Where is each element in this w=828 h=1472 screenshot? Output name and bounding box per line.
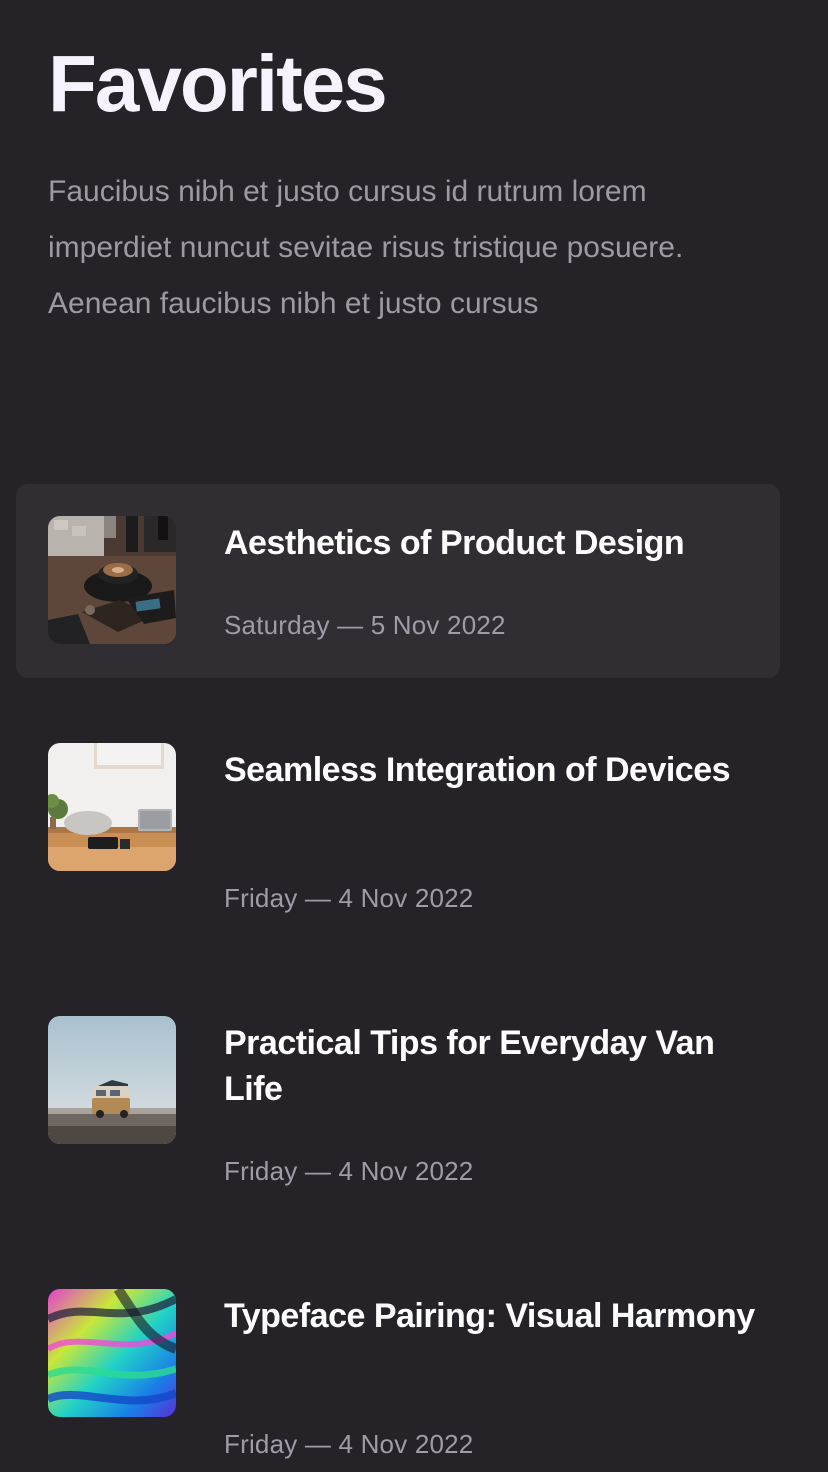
- item-date: Friday — 4 Nov 2022: [224, 1156, 474, 1186]
- page-title: Favorites: [48, 39, 388, 128]
- item-title[interactable]: Typeface Pairing: Visual Harmony: [224, 1293, 764, 1339]
- favorites-list: Aesthetics of Product Design Saturday — …: [16, 484, 780, 1459]
- camper-van-photo: [48, 1016, 176, 1144]
- list-item-typeface-pairing[interactable]: Typeface Pairing: Visual Harmony Friday …: [16, 1257, 780, 1459]
- list-item-aesthetics[interactable]: Aesthetics of Product Design Saturday — …: [16, 484, 780, 678]
- item-title[interactable]: Practical Tips for Everyday Van Life: [224, 1020, 764, 1112]
- item-date: Friday — 4 Nov 2022: [224, 883, 474, 913]
- coffee-cup-desk-photo: [48, 516, 176, 644]
- item-title[interactable]: Aesthetics of Product Design: [224, 520, 764, 566]
- list-item-van-life[interactable]: Practical Tips for Everyday Van Life Fri…: [16, 984, 780, 1256]
- workspace-laptop-photo: [48, 743, 176, 871]
- item-date: Friday — 4 Nov 2022: [224, 1429, 474, 1459]
- page-intro: Faucibus nibh et justo cursus id rutrum …: [48, 175, 684, 320]
- list-item-seamless-integration[interactable]: Seamless Integration of Devices Friday —…: [16, 711, 780, 983]
- item-title[interactable]: Seamless Integration of Devices: [224, 747, 764, 793]
- item-date: Saturday — 5 Nov 2022: [224, 610, 506, 640]
- colorful-abstract-photo: [48, 1289, 176, 1417]
